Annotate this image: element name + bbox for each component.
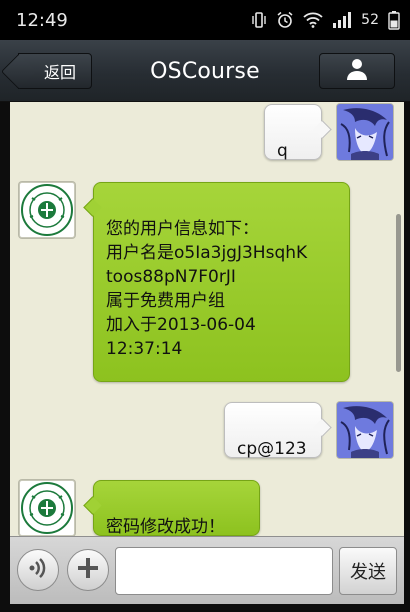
page-title: OSCourse xyxy=(150,58,260,84)
message-bubble[interactable]: 密码修改成功！ xyxy=(93,480,260,536)
vibrate-icon xyxy=(251,11,267,29)
message-text: cp@123 xyxy=(237,439,307,459)
wifi-icon xyxy=(303,12,323,28)
message-text: q xyxy=(277,141,288,161)
back-button[interactable]: 返回 xyxy=(18,53,92,89)
profile-button[interactable] xyxy=(319,53,395,89)
signal-icon xyxy=(332,12,352,28)
message-input[interactable] xyxy=(115,547,333,595)
send-button[interactable]: 发送 xyxy=(339,547,397,595)
chat-scrollbar[interactable] xyxy=(396,214,401,372)
input-bar: 发送 xyxy=(10,536,404,604)
user-avatar[interactable] xyxy=(337,104,393,160)
plus-button[interactable] xyxy=(67,549,109,591)
message-bubble[interactable]: q xyxy=(264,104,322,161)
voice-button[interactable] xyxy=(17,549,59,591)
bot-avatar[interactable] xyxy=(19,182,75,238)
person-icon xyxy=(345,57,369,85)
battery-level: 52 xyxy=(361,12,379,28)
back-button-label: 返回 xyxy=(43,63,76,82)
title-bar: 返回 OSCourse xyxy=(0,40,410,102)
message-bubble[interactable]: 您的用户信息如下： 用户名是o5Ia3jgJ3HsqhK toos88pN7F0… xyxy=(93,182,350,382)
voice-icon xyxy=(25,555,51,585)
plus-icon xyxy=(75,555,101,585)
message-text: 您的用户信息如下： 用户名是o5Ia3jgJ3HsqhK toos88pN7F0… xyxy=(106,219,308,359)
status-time: 12:49 xyxy=(16,9,68,31)
battery-icon xyxy=(388,10,400,30)
status-icons: 52 xyxy=(251,10,400,30)
user-avatar[interactable] xyxy=(337,402,393,458)
message-text: 密码修改成功！ xyxy=(106,517,225,536)
bot-avatar[interactable] xyxy=(19,480,75,536)
alarm-icon xyxy=(276,11,294,29)
status-bar: 12:49 52 xyxy=(0,0,410,40)
message-bubble[interactable]: cp@123 xyxy=(224,402,322,459)
chat-area[interactable]: q 您的用户信息如下： 用户名是o5Ia3jgJ3HsqhK toos88pN7… xyxy=(10,102,404,536)
